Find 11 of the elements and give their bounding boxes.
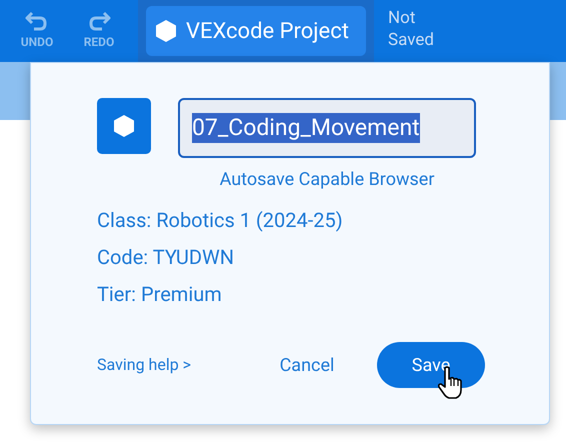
save-status: Not Saved bbox=[388, 7, 434, 52]
cancel-button[interactable]: Cancel bbox=[277, 352, 337, 378]
saving-help-link[interactable]: Saving help > bbox=[97, 353, 277, 377]
cube-icon bbox=[156, 20, 176, 42]
cube-icon bbox=[97, 98, 151, 154]
detail-text: Class: Robotics 1 (2024-25) bbox=[97, 208, 343, 232]
project-name-field[interactable]: 07_Coding_Movement bbox=[178, 98, 476, 158]
autosave-hint: Autosave Capable Browser bbox=[220, 168, 434, 192]
detail-text: Code: TYUDWN bbox=[97, 245, 234, 269]
project-button[interactable]: VEXcode Project bbox=[146, 6, 366, 56]
detail-text: Tier: Premium bbox=[97, 282, 222, 306]
